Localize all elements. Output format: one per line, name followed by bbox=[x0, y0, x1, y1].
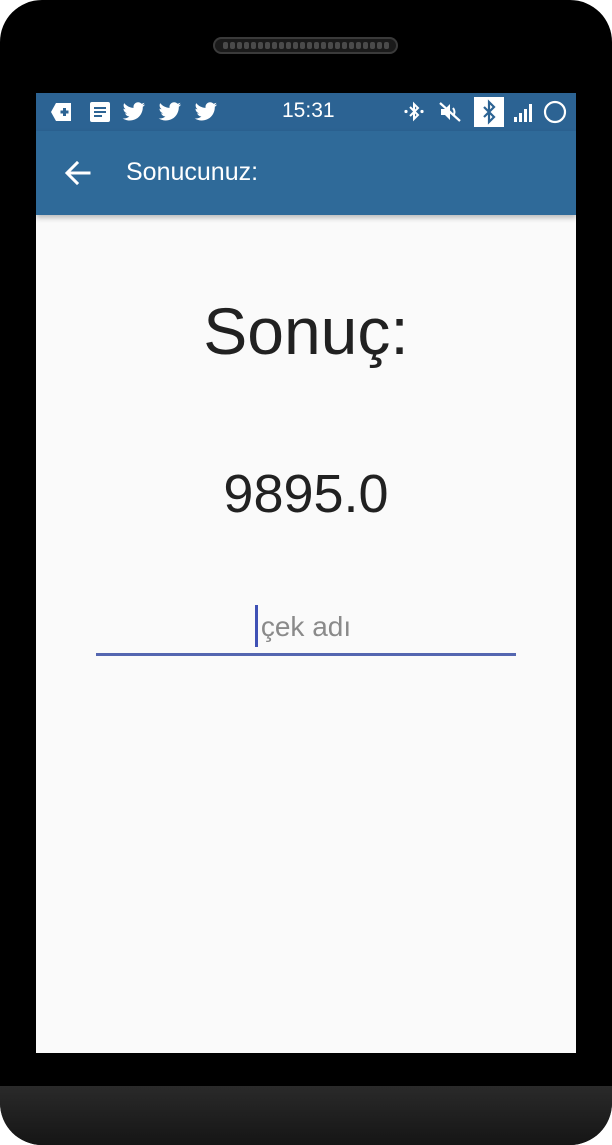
twitter-icon bbox=[122, 101, 146, 123]
twitter-icon bbox=[158, 101, 182, 123]
page-title: Sonucunuz: bbox=[126, 158, 259, 186]
document-icon bbox=[88, 101, 112, 123]
app-bar: Sonucunuz: bbox=[36, 131, 576, 215]
text-cursor bbox=[255, 605, 258, 647]
status-bar: 15:31 bbox=[36, 93, 576, 131]
cell-signal-icon bbox=[512, 101, 536, 123]
phone-frame: 15:31 Sonucunuz: Sonuç: 9895.0 çek adı bbox=[0, 0, 612, 1145]
speaker-grille bbox=[213, 37, 398, 54]
arrow-left-icon bbox=[64, 160, 91, 186]
circle-icon bbox=[543, 100, 567, 124]
plus-box-icon bbox=[50, 101, 74, 123]
result-label: Sonuç: bbox=[203, 294, 409, 368]
name-input[interactable] bbox=[96, 601, 516, 653]
bluetooth-signal-icon bbox=[402, 101, 426, 123]
twitter-icon bbox=[194, 101, 218, 123]
name-field[interactable] bbox=[96, 601, 516, 656]
status-time: 15:31 bbox=[282, 99, 335, 122]
muted-speaker-icon bbox=[438, 101, 462, 123]
phone-bottom-bezel bbox=[0, 1086, 612, 1145]
back-button[interactable] bbox=[56, 151, 100, 195]
result-value: 9895.0 bbox=[223, 464, 389, 524]
bluetooth-icon bbox=[474, 97, 504, 127]
app-screen: 15:31 Sonucunuz: Sonuç: 9895.0 çek adı bbox=[36, 93, 576, 1053]
